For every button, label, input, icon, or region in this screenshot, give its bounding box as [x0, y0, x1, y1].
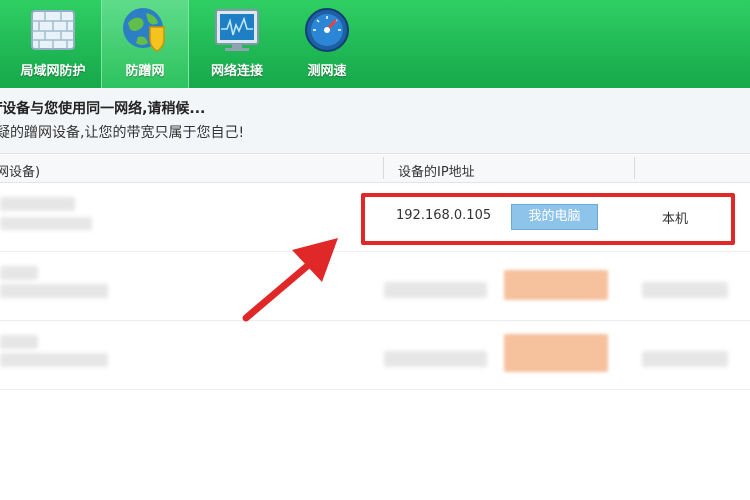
annotation-arrow-icon — [242, 238, 338, 322]
